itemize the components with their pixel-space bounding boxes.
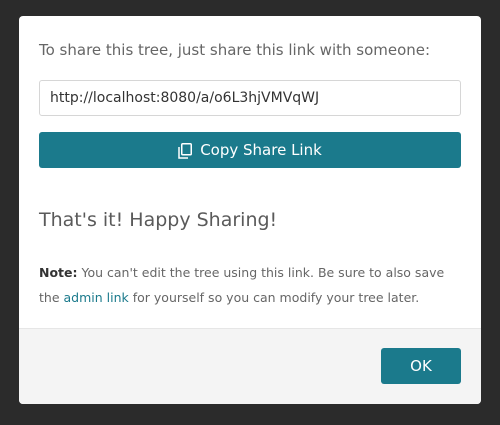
share-dialog: To share this tree, just share this link… bbox=[19, 16, 481, 404]
dialog-body: To share this tree, just share this link… bbox=[19, 16, 481, 328]
copy-icon bbox=[178, 142, 193, 159]
note-text-after: for yourself so you can modify your tree… bbox=[132, 290, 420, 305]
share-link-field[interactable] bbox=[39, 80, 461, 116]
dialog-footer: OK bbox=[19, 328, 481, 404]
note-label: Note: bbox=[39, 265, 78, 280]
ok-button[interactable]: OK bbox=[381, 348, 461, 384]
copy-button-label: Copy Share Link bbox=[200, 141, 322, 159]
copy-share-link-button[interactable]: Copy Share Link bbox=[39, 132, 461, 168]
admin-link[interactable]: admin link bbox=[64, 290, 129, 305]
share-instructions: To share this tree, just share this link… bbox=[39, 41, 431, 59]
admin-link-note: Note: You can't edit the tree using this… bbox=[39, 260, 464, 310]
success-headline: That's it! Happy Sharing! bbox=[39, 209, 278, 231]
